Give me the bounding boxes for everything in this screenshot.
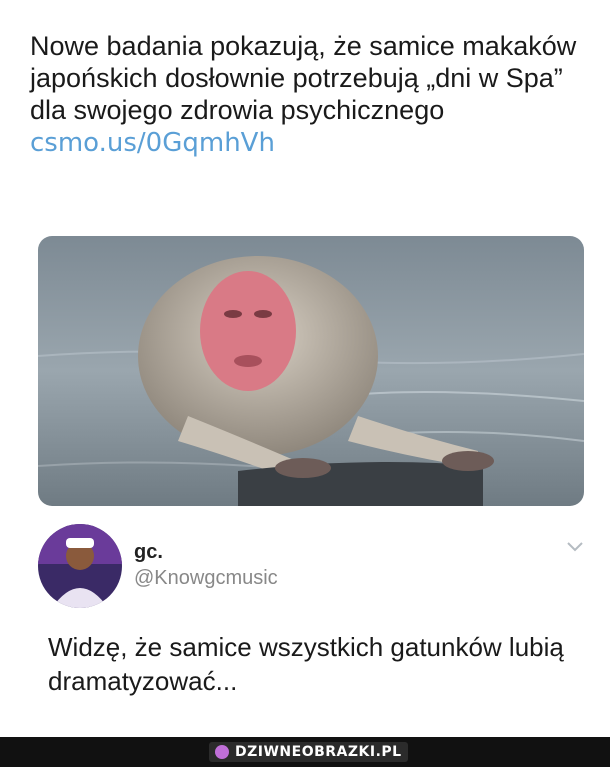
reply-text: Widzę, że samice wszystkich gatunków lub… <box>48 632 564 696</box>
post-body: Nowe badania pokazują, że samice makaków… <box>30 31 577 125</box>
reply-name[interactable]: gc. <box>134 541 163 564</box>
site-footer: DZIWNEOBRAZKI.PL <box>0 737 610 767</box>
brand-logo-icon <box>215 745 229 759</box>
avatar[interactable] <box>38 524 122 608</box>
chevron-down-icon[interactable] <box>566 540 584 554</box>
monkey-photo <box>38 236 584 506</box>
post-text: Nowe badania pokazują, że samice makaków… <box>30 30 590 159</box>
post-link[interactable]: csmo.us/0GqmhVh <box>30 128 275 158</box>
brand-badge[interactable]: DZIWNEOBRAZKI.PL <box>209 742 408 762</box>
reply-handle[interactable]: @Knowgcmusic <box>134 567 278 590</box>
brand-name: DZIWNEOBRAZKI.PL <box>235 744 402 760</box>
